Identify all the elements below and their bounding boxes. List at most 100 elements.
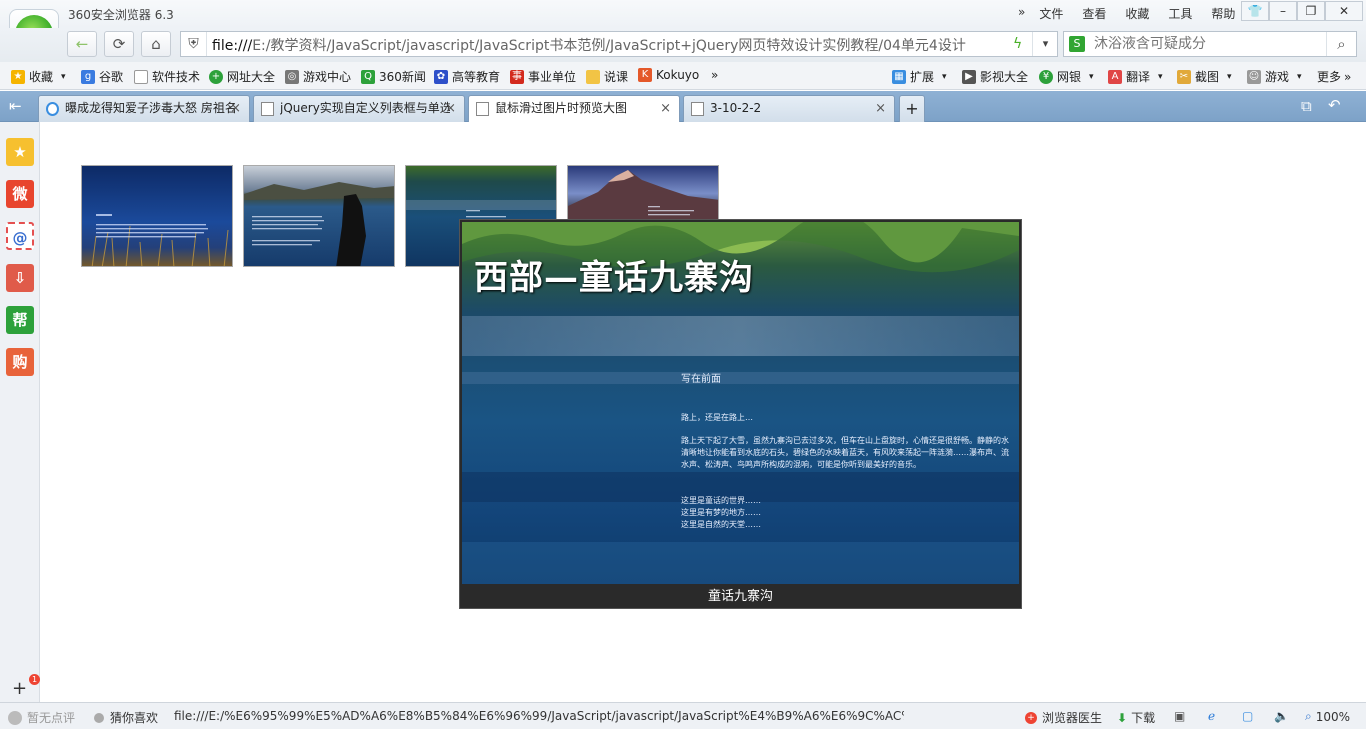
dot-icon [94, 712, 104, 723]
address-url[interactable]: file:///E:/教学资料/JavaScript/javascript/Ja… [212, 35, 1012, 55]
sidebar-toggle-icon[interactable]: ⇤ [9, 97, 22, 115]
video-icon: ▶ [962, 69, 976, 84]
menu-bar: » 文件 查看 收藏 工具 帮助 [1018, 5, 1254, 22]
address-bar[interactable]: ⛨ file:///E:/教学资料/JavaScript/javascript/… [180, 31, 1058, 57]
scissors-icon: ✂ [1177, 69, 1191, 84]
bookmark-google[interactable]: g 谷歌 [81, 68, 123, 85]
zoom-control[interactable]: ⌕ 100% [1305, 709, 1350, 724]
bookmark-lecture[interactable]: 说课 [586, 68, 628, 85]
shield-icon[interactable]: ⛨ [181, 32, 207, 56]
news-icon: Q [361, 69, 375, 84]
bookmark-news[interactable]: Q 360新闻 [361, 68, 426, 85]
home-button[interactable]: ⌂ [141, 31, 171, 57]
minimize-button[interactable]: – [1269, 1, 1297, 21]
volume-icon[interactable]: 🔈 [1274, 709, 1289, 723]
thumb-mountain-image [568, 166, 718, 220]
menu-tools[interactable]: 工具 [1168, 5, 1192, 22]
restore-tabs-icon[interactable]: ⧉ [1301, 97, 1312, 115]
preview-headline: 西部—童话九寨沟 [474, 258, 754, 298]
shop-icon[interactable]: 购 [6, 348, 34, 376]
search-icon[interactable]: ⌕ [1326, 32, 1356, 56]
bookmarks-more-icon[interactable]: » [711, 68, 718, 82]
ext-screenshot[interactable]: ✂ 截图 ▾ [1177, 68, 1232, 85]
bookmark-games[interactable]: ◎ 游戏中心 [285, 68, 351, 85]
chevron-down-icon[interactable]: ▾ [1032, 32, 1058, 56]
bookmark-favorites[interactable]: ★ 收藏 ▾ [11, 68, 66, 85]
ext-translate[interactable]: A 翻译 ▾ [1108, 68, 1163, 85]
kokuyo-icon: K [638, 68, 652, 82]
ext-bank[interactable]: ¥ 网银 ▾ [1039, 68, 1094, 85]
window-icon[interactable]: ▢ [1242, 709, 1253, 723]
thumbnail-1[interactable] [81, 165, 233, 267]
ext-video[interactable]: ▶ 影视大全 [962, 68, 1028, 85]
menu-favorites[interactable]: 收藏 [1125, 5, 1149, 22]
close-icon[interactable]: × [660, 96, 671, 121]
app-title: 360安全浏览器 6.3 [68, 8, 174, 22]
ext-more[interactable]: 更多» [1317, 68, 1351, 85]
close-icon[interactable]: × [445, 96, 456, 121]
preview-caption: 童话九寨沟 [707, 589, 773, 604]
close-icon[interactable]: × [875, 96, 886, 121]
weibo-icon[interactable]: 微 [6, 180, 34, 208]
article-heading: 写在前面 [681, 374, 721, 385]
page-icon [134, 69, 148, 84]
ext-extensions[interactable]: ▦ 扩展 ▾ [892, 68, 947, 85]
bookmark-institution[interactable]: 事事业单位 [510, 68, 576, 85]
menu-file[interactable]: 文件 [1039, 5, 1063, 22]
tab-news[interactable]: 曝成龙得知爱子涉毒大怒 房祖名 × [38, 95, 250, 122]
rating-icon [8, 710, 22, 725]
search-box: S ⌕ [1063, 31, 1357, 57]
tab-3-10-2-2[interactable]: 3-10-2-2 × [683, 95, 895, 122]
ext-games[interactable]: ☺ 游戏 ▾ [1247, 68, 1302, 85]
close-icon[interactable]: × [230, 96, 241, 121]
chrome-icon [46, 102, 59, 116]
guess-you-like[interactable]: 猜你喜欢 [94, 709, 158, 726]
thumb-blue-grass-image [82, 166, 232, 266]
star-icon[interactable]: ★ [6, 138, 34, 166]
search-input[interactable] [1094, 35, 1314, 53]
new-tab-button[interactable]: + [899, 95, 925, 122]
download-manager[interactable]: ⬇ 下载 [1117, 709, 1155, 726]
favorites-icon: ★ [11, 69, 25, 84]
status-bar: 暂无点评 猜你喜欢 file:///E:/%E6%95%99%E5%AD%A6%… [0, 702, 1366, 729]
status-url: file:///E:/%E6%95%99%E5%AD%A6%E8%B5%84%E… [174, 709, 904, 723]
menu-help[interactable]: 帮助 [1211, 5, 1235, 22]
ie-icon[interactable]: ℯ [1208, 709, 1215, 723]
search-engine-icon[interactable]: S [1069, 36, 1085, 52]
translate-icon: A [1108, 69, 1122, 84]
tab-jquery[interactable]: jQuery实现自定义列表框与单选 × [253, 95, 465, 122]
smile-icon: ☺ [1247, 69, 1261, 84]
institution-icon: 事 [510, 69, 524, 84]
back-button[interactable]: ← [67, 31, 97, 57]
download-icon[interactable]: ⇩ [6, 264, 34, 292]
article-paragraph: 路上天下起了大雪，虽然九寨沟已去过多次，但车在山上盘旋时，心情还是很舒畅。静静的… [681, 436, 1009, 469]
download-arrow-icon: ⬇ [1117, 710, 1128, 725]
close-button[interactable]: ✕ [1325, 1, 1363, 21]
paw-icon: ✿ [434, 69, 448, 84]
help-icon[interactable]: 帮 [6, 306, 34, 334]
speed-mode-icon[interactable]: ϟ [1013, 36, 1022, 52]
browser-doctor[interactable]: + 浏览器医生 [1025, 709, 1102, 726]
folder-icon [586, 69, 600, 84]
left-sidebar: ★ 微 @ ⇩ 帮 购 + 1 [0, 122, 40, 702]
bookmark-kokuyo[interactable]: K Kokuyo [638, 68, 699, 82]
skin-button[interactable]: 👕 [1241, 1, 1269, 21]
add-icon[interactable]: + [12, 678, 27, 699]
rating-status[interactable]: 暂无点评 [8, 709, 75, 726]
page-icon [691, 102, 704, 116]
menu-view[interactable]: 查看 [1082, 5, 1106, 22]
page-icon [261, 102, 274, 116]
tab-preview[interactable]: 鼠标滑过图片时预览大图 × [468, 95, 680, 123]
bookmark-hao[interactable]: + 网址大全 [209, 68, 275, 85]
restore-button[interactable]: ❐ [1297, 1, 1325, 21]
thumbnail-4[interactable] [567, 165, 719, 220]
chat-icon[interactable]: ▣ [1174, 709, 1185, 723]
refresh-button[interactable]: ⟳ [104, 31, 134, 57]
mail-icon[interactable]: @ [6, 222, 34, 250]
bookmark-education[interactable]: ✿ 高等教育 [434, 68, 500, 85]
bookmark-software[interactable]: 软件技术 [134, 68, 200, 85]
thumbnail-2[interactable] [243, 165, 395, 267]
extensions-icon: ▦ [892, 69, 906, 84]
menu-more-icon[interactable]: » [1018, 5, 1025, 22]
undo-close-icon[interactable]: ↶ [1328, 96, 1341, 114]
